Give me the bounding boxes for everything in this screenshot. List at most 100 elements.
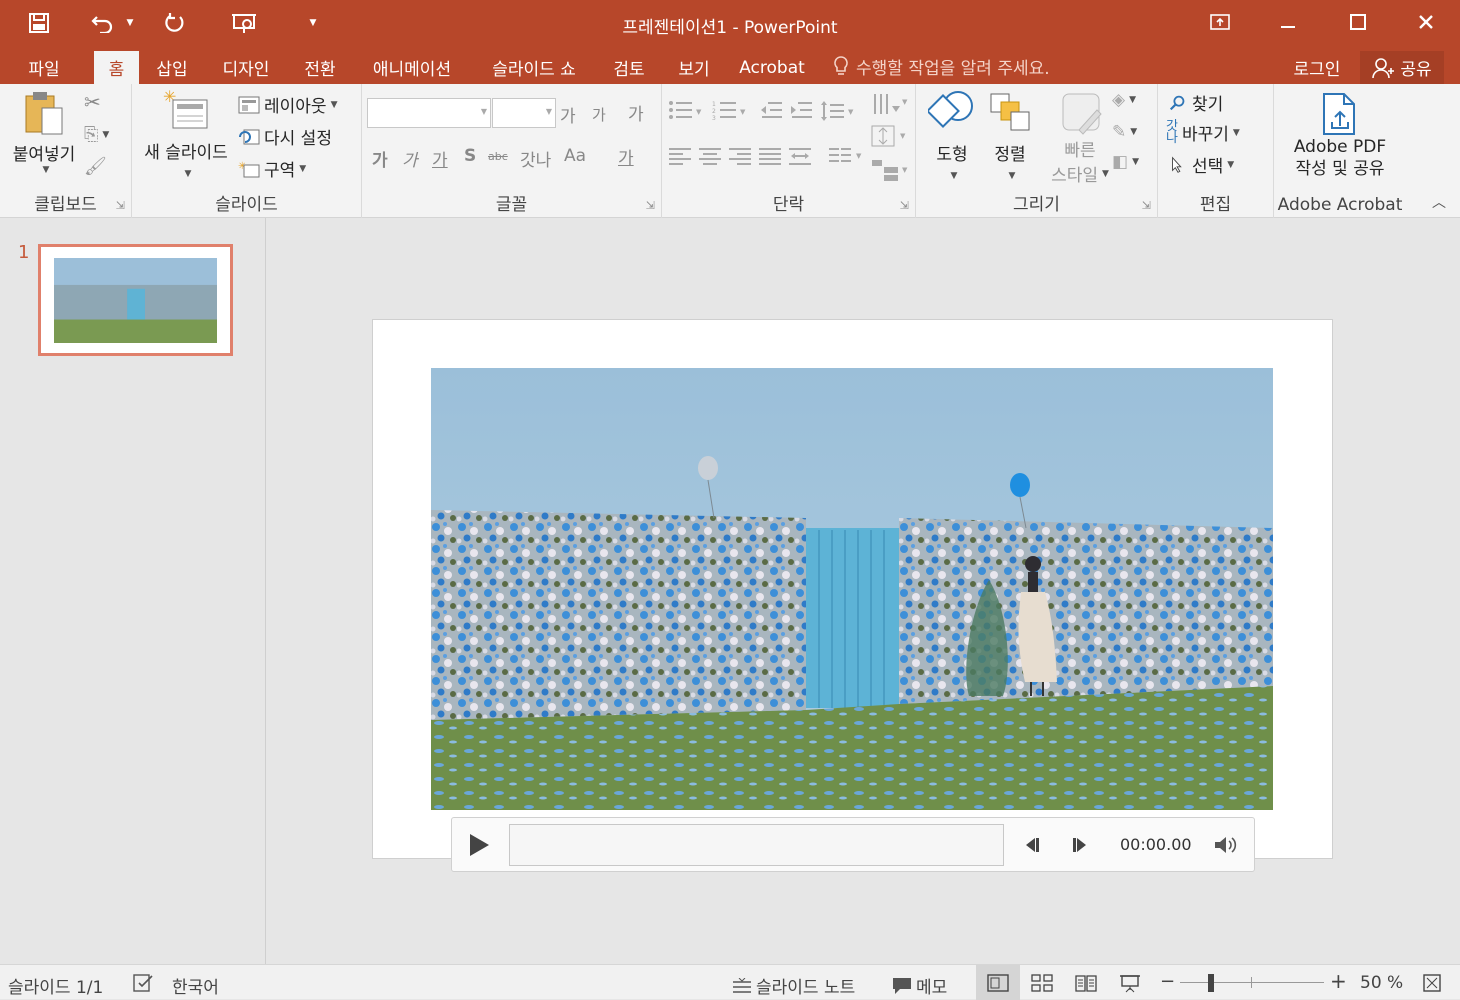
shadow-button[interactable]: S (464, 146, 476, 166)
underline-button[interactable]: 가 (432, 146, 448, 171)
clear-format-button[interactable]: 가 (628, 100, 644, 125)
normal-view-button[interactable] (976, 965, 1020, 1000)
login-link[interactable]: 로그인 (1282, 51, 1352, 84)
clipboard-group-label: 클립보드 (34, 195, 97, 215)
select-button[interactable]: 선택 ▼ (1168, 152, 1234, 177)
font-size-select[interactable]: ▼ (492, 98, 556, 128)
increase-indent-icon[interactable] (790, 100, 814, 120)
tab-design[interactable]: 디자인 (210, 51, 282, 84)
section-icon: ✳ (238, 161, 260, 177)
maximize-button[interactable] (1338, 8, 1378, 36)
italic-button[interactable]: 가 (402, 146, 418, 171)
reset-label: 다시 설정 (264, 129, 332, 149)
ribbon-display-options-button[interactable] (1200, 8, 1240, 36)
align-right-icon[interactable] (728, 146, 752, 166)
minimize-button[interactable] (1268, 8, 1308, 36)
effects-icon: ◧ (1112, 152, 1129, 172)
reset-slide-button[interactable]: 다시 설정 (238, 124, 332, 149)
layout-button[interactable]: 레이아웃 ▼ (238, 92, 337, 117)
tab-view[interactable]: 보기 (666, 51, 722, 84)
align-center-icon[interactable] (698, 146, 722, 166)
bold-button[interactable]: 가 (372, 146, 388, 171)
slide-sorter-button[interactable] (1020, 965, 1064, 1000)
text-direction-icon[interactable]: ▼ (870, 92, 910, 116)
columns-icon[interactable]: ▼ (828, 146, 864, 166)
font-name-select[interactable]: ▼ (367, 98, 491, 128)
replace-button[interactable]: 갓나 바꾸기 ▼ (1166, 120, 1240, 146)
speaker-icon (1215, 837, 1237, 853)
media-progress-bar[interactable] (509, 824, 1004, 866)
grow-font-button[interactable]: 가 (560, 102, 576, 127)
slides-group-label: 슬라이드 (215, 195, 278, 215)
zoom-level[interactable]: 50 % (1360, 973, 1403, 993)
reading-view-button[interactable] (1064, 965, 1108, 1000)
shrink-font-button[interactable]: 가 (592, 104, 606, 125)
find-button[interactable]: 찾기 (1168, 90, 1223, 115)
quick-styles-button[interactable]: 빠른 스타일 ▼ (1042, 90, 1118, 186)
collapse-ribbon-button[interactable]: ︿ (1432, 192, 1446, 212)
tell-me-box[interactable]: 수행할 작업을 알려 주세요. (832, 51, 1050, 81)
distributed-icon[interactable] (788, 146, 812, 166)
notes-button[interactable]: 슬라이드 노트 (732, 973, 855, 998)
shapes-button[interactable]: 도형 ▼ (924, 90, 980, 181)
dialog-launcher-icon[interactable]: ⇲ (646, 199, 655, 212)
cut-button[interactable]: ✂ (84, 90, 101, 114)
fit-to-window-button[interactable] (1410, 965, 1454, 1000)
step-back-icon (1026, 838, 1039, 852)
tab-insert[interactable]: 삽입 (146, 51, 198, 84)
tab-slideshow[interactable]: 슬라이드 쇼 (476, 51, 592, 84)
paste-button[interactable]: 붙여넣기 ▼ (6, 90, 82, 190)
clipboard-group: 붙여넣기 ▼ ✂ ⎘ ▼ 🖌 클립보드 ⇲ (0, 84, 132, 218)
bullets-icon[interactable]: ▼ (668, 100, 704, 120)
tab-animations[interactable]: 애니메이션 (360, 51, 464, 84)
move-forward-button[interactable] (1066, 834, 1094, 856)
thumbnail-number: 1 (18, 242, 30, 263)
zoom-in-button[interactable]: + (1330, 969, 1347, 993)
tab-file[interactable]: 파일 (14, 51, 74, 84)
dialog-launcher-icon[interactable]: ⇲ (116, 199, 125, 212)
tab-home[interactable]: 홈 (94, 51, 139, 84)
play-button[interactable] (464, 830, 494, 860)
new-slide-button[interactable]: ✳ 새 슬라이드 ▼ (136, 88, 236, 179)
dialog-launcher-icon[interactable]: ⇲ (900, 199, 909, 212)
copy-button[interactable]: ⎘ ▼ (84, 124, 109, 145)
justify-icon[interactable] (758, 146, 782, 166)
char-spacing-button[interactable]: 갓나 (520, 146, 551, 171)
create-pdf-button[interactable]: Adobe PDF 작성 및 공유 (1274, 92, 1406, 180)
zoom-slider[interactable] (1180, 982, 1324, 983)
comments-button[interactable]: 메모 (892, 973, 947, 998)
slideshow-view-button[interactable] (1108, 965, 1152, 1000)
slide-thumbnail[interactable] (38, 244, 233, 356)
strikethrough-button[interactable]: abc (488, 150, 508, 163)
spell-check-button[interactable] (132, 973, 154, 993)
decrease-indent-icon[interactable] (760, 100, 784, 120)
font-color-button[interactable]: 가 (618, 144, 634, 169)
change-case-button[interactable]: Aa (564, 146, 586, 166)
align-left-icon[interactable] (668, 146, 692, 166)
shape-fill-button[interactable]: ◈ ▼ (1112, 90, 1136, 110)
language-indicator[interactable]: 한국어 (172, 973, 219, 998)
tab-acrobat[interactable]: Acrobat (732, 51, 812, 84)
svg-text:▼: ▼ (900, 132, 906, 140)
zoom-out-button[interactable]: − (1160, 971, 1175, 992)
align-text-icon[interactable]: ▼ (870, 124, 910, 148)
shape-outline-button[interactable]: ✎ ▼ (1112, 122, 1137, 142)
grid-icon (1031, 973, 1053, 992)
video-frame[interactable] (431, 368, 1273, 810)
shape-effects-button[interactable]: ◧ ▼ (1112, 152, 1139, 172)
tab-review[interactable]: 검토 (600, 51, 658, 84)
tab-transitions[interactable]: 전환 (292, 51, 348, 84)
smartart-icon[interactable]: ▼ (870, 158, 910, 182)
mute-button[interactable] (1210, 832, 1242, 858)
format-painter-button[interactable]: 🖌 (84, 156, 107, 177)
section-button[interactable]: ✳ 구역 ▼ (238, 156, 306, 182)
arrange-button[interactable]: 정렬 ▼ (982, 90, 1038, 181)
zoom-slider-thumb[interactable] (1208, 974, 1214, 992)
move-back-button[interactable] (1018, 834, 1046, 856)
numbering-icon[interactable]: 123 ▼ (712, 100, 748, 120)
dialog-launcher-icon[interactable]: ⇲ (1142, 199, 1151, 212)
share-button[interactable]: 공유 (1360, 51, 1444, 84)
close-button[interactable] (1406, 8, 1446, 36)
share-label: 공유 (1400, 60, 1432, 80)
line-spacing-icon[interactable]: ▼ (820, 100, 856, 122)
